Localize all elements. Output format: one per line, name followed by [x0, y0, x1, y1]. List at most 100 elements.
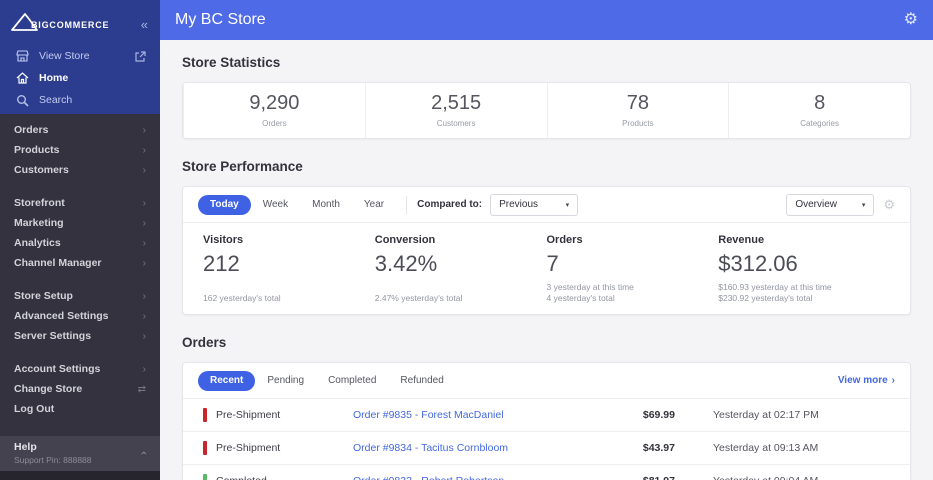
metric-subtext-2: $230.92 yesterday's total	[718, 293, 813, 303]
home-icon	[16, 72, 30, 84]
metric-subtext-1	[203, 282, 375, 293]
store-performance-card: Today Week Month Year Compared to: Previous…	[182, 186, 911, 315]
stat-cell: 8 Categories	[728, 83, 910, 138]
period-tab[interactable]: Year	[352, 195, 396, 215]
sidebar-nav-item-label: Change Store	[14, 383, 83, 395]
caret-down-icon: ▾	[565, 201, 570, 209]
performance-controls: Today Week Month Year Compared to: Previous…	[183, 187, 910, 223]
sidebar-nav-item[interactable]: Log Out	[0, 399, 160, 419]
order-row: Completed Order #9833 - Robert Robertson…	[183, 465, 910, 480]
sidebar-item-label: View Store	[39, 50, 90, 62]
stat-value: 9,290	[249, 92, 300, 114]
chevron-right-icon: ›	[142, 330, 146, 342]
stat-value: 2,515	[431, 92, 482, 114]
order-link[interactable]: Order #9833 - Robert Robertson	[353, 475, 595, 480]
period-tab[interactable]: Month	[300, 195, 352, 215]
orders-tab[interactable]: Pending	[255, 371, 316, 391]
metric-label: Revenue	[718, 234, 765, 246]
orders-tab[interactable]: Completed	[316, 371, 388, 391]
orders-heading: Orders	[182, 335, 227, 350]
sidebar-nav-item[interactable]: Customers ›	[0, 160, 160, 180]
storefront-icon	[16, 50, 30, 62]
metric-label: Conversion	[374, 234, 436, 246]
sidebar-nav-item[interactable]: Channel Manager ›	[0, 253, 160, 273]
sidebar-nav-item[interactable]: Marketing ›	[0, 213, 160, 233]
orders-card: Recent Pending Completed Refunded View more…	[182, 362, 911, 480]
order-timestamp: Yesterday at 09:04 AM	[675, 475, 890, 480]
order-timestamp: Yesterday at 02:17 PM	[713, 409, 819, 421]
nav-group-spacer	[0, 180, 160, 193]
sidebar-nav-item[interactable]: Storefront ›	[0, 193, 160, 213]
settings-gear-icon[interactable]: ⚙	[904, 12, 918, 28]
help-section[interactable]: Help Support Pin: 888888 ›	[0, 436, 160, 471]
help-label: Help	[14, 441, 37, 453]
order-status-label: Pre-Shipment	[216, 442, 281, 454]
stat-label: Orders	[262, 119, 287, 128]
order-status-label: Completed	[216, 475, 267, 480]
sidebar-nav-item[interactable]: Products ›	[0, 140, 160, 160]
sidebar-bottom-strip	[0, 471, 160, 480]
compared-to-select[interactable]: Previous ▾	[490, 193, 579, 216]
sidebar-item-home[interactable]: Home	[0, 67, 160, 89]
period-tab[interactable]: Week	[251, 195, 300, 215]
external-link-icon	[135, 50, 146, 62]
chevron-right-icon: ›	[142, 164, 146, 176]
sidebar-item-view-store[interactable]: View Store	[0, 45, 160, 67]
performance-gear-icon[interactable]: ⚙	[883, 198, 895, 211]
sidebar-nav-item[interactable]: Analytics ›	[0, 233, 160, 253]
stat-cell: 2,515 Customers	[364, 83, 547, 138]
sidebar-nav-item-label: Customers	[14, 164, 69, 176]
sidebar-nav-item-label: Marketing	[14, 217, 64, 229]
sidebar-item-search[interactable]: Search	[0, 89, 160, 111]
metric-subtext-2: 162 yesterday's total	[203, 293, 281, 303]
chevron-up-icon: ›	[138, 451, 151, 455]
sidebar-nav-item-label: Orders	[14, 124, 49, 136]
metric-cell: Orders 7 3 yesterday at this time 4 yest…	[547, 231, 719, 304]
sidebar-top-section: BIGCOMMERCE « View Store Home Search	[0, 0, 160, 114]
sidebar-nav-item[interactable]: Store Setup ›	[0, 286, 160, 306]
view-select[interactable]: Overview ▾	[786, 193, 875, 216]
order-status-cell: Pre-Shipment	[203, 441, 353, 455]
sidebar-nav-item[interactable]: Change Store ⇄	[0, 379, 160, 399]
metric-subtext-1: 3 yesterday at this time	[546, 282, 634, 292]
chevron-right-icon: ›	[142, 237, 146, 249]
chevron-right-icon: ›	[142, 310, 146, 322]
orders-controls: Recent Pending Completed Refunded View more…	[183, 363, 910, 399]
metric-subtext-1: $160.93 yesterday at this time	[718, 282, 832, 292]
metric-value: 7	[546, 251, 559, 276]
stat-value: 8	[814, 92, 826, 114]
orders-tab[interactable]: Refunded	[388, 371, 455, 391]
metric-cell: Conversion 3.42% 2.47% yesterday's total	[375, 231, 547, 304]
period-tab[interactable]: Today	[198, 195, 251, 215]
orders-tabs: Recent Pending Completed Refunded	[198, 370, 456, 391]
order-link[interactable]: Order #9834 - Tacitus Cornbloom	[353, 442, 595, 454]
order-row: Pre-Shipment Order #9834 - Tacitus Cornb…	[183, 432, 910, 465]
order-link[interactable]: Order #9835 - Forest MacDaniel	[353, 409, 595, 421]
sidebar-nav-item-label: Log Out	[14, 403, 55, 415]
stat-cell: 9,290 Orders	[183, 83, 365, 138]
sidebar-nav-item-label: Store Setup	[14, 290, 73, 302]
chevron-right-icon: ›	[142, 290, 146, 302]
metric-value: 212	[203, 251, 240, 276]
top-header-bar: My BC Store ⚙	[160, 0, 933, 40]
chevron-right-icon: ›	[891, 375, 895, 386]
orders-list: Pre-Shipment Order #9835 - Forest MacDan…	[183, 399, 910, 480]
view-more-link[interactable]: View more ›	[838, 375, 895, 386]
sidebar-nav-item[interactable]: Advanced Settings ›	[0, 306, 160, 326]
sidebar-nav-item[interactable]: Account Settings ›	[0, 359, 160, 379]
orders-tab[interactable]: Recent	[198, 371, 256, 391]
sidebar-nav-item[interactable]: Orders ›	[0, 120, 160, 140]
sidebar-nav-item[interactable]: Server Settings ›	[0, 326, 160, 346]
metric-cell: Revenue $312.06 $160.93 yesterday at thi…	[718, 231, 890, 304]
metric-value: 3.42%	[374, 251, 438, 276]
performance-metrics: Visitors 212 162 yesterday's total Conve…	[183, 223, 910, 314]
sidebar-nav-item-label: Advanced Settings	[14, 310, 109, 322]
sidebar-collapse-icon[interactable]: «	[141, 18, 148, 31]
nav-group-spacer	[0, 273, 160, 286]
sidebar-nav-item-label: Analytics	[14, 237, 61, 249]
chevron-right-icon: ›	[142, 257, 146, 269]
dashboard-content: Store Statistics 9,290 Orders 2,515 Cust…	[160, 40, 933, 480]
stat-label: Products	[622, 119, 654, 128]
sidebar-nav: Orders › Products › Customers › Storefro…	[0, 114, 160, 436]
metric-subtext-2: 2.47% yesterday's total	[374, 293, 463, 303]
